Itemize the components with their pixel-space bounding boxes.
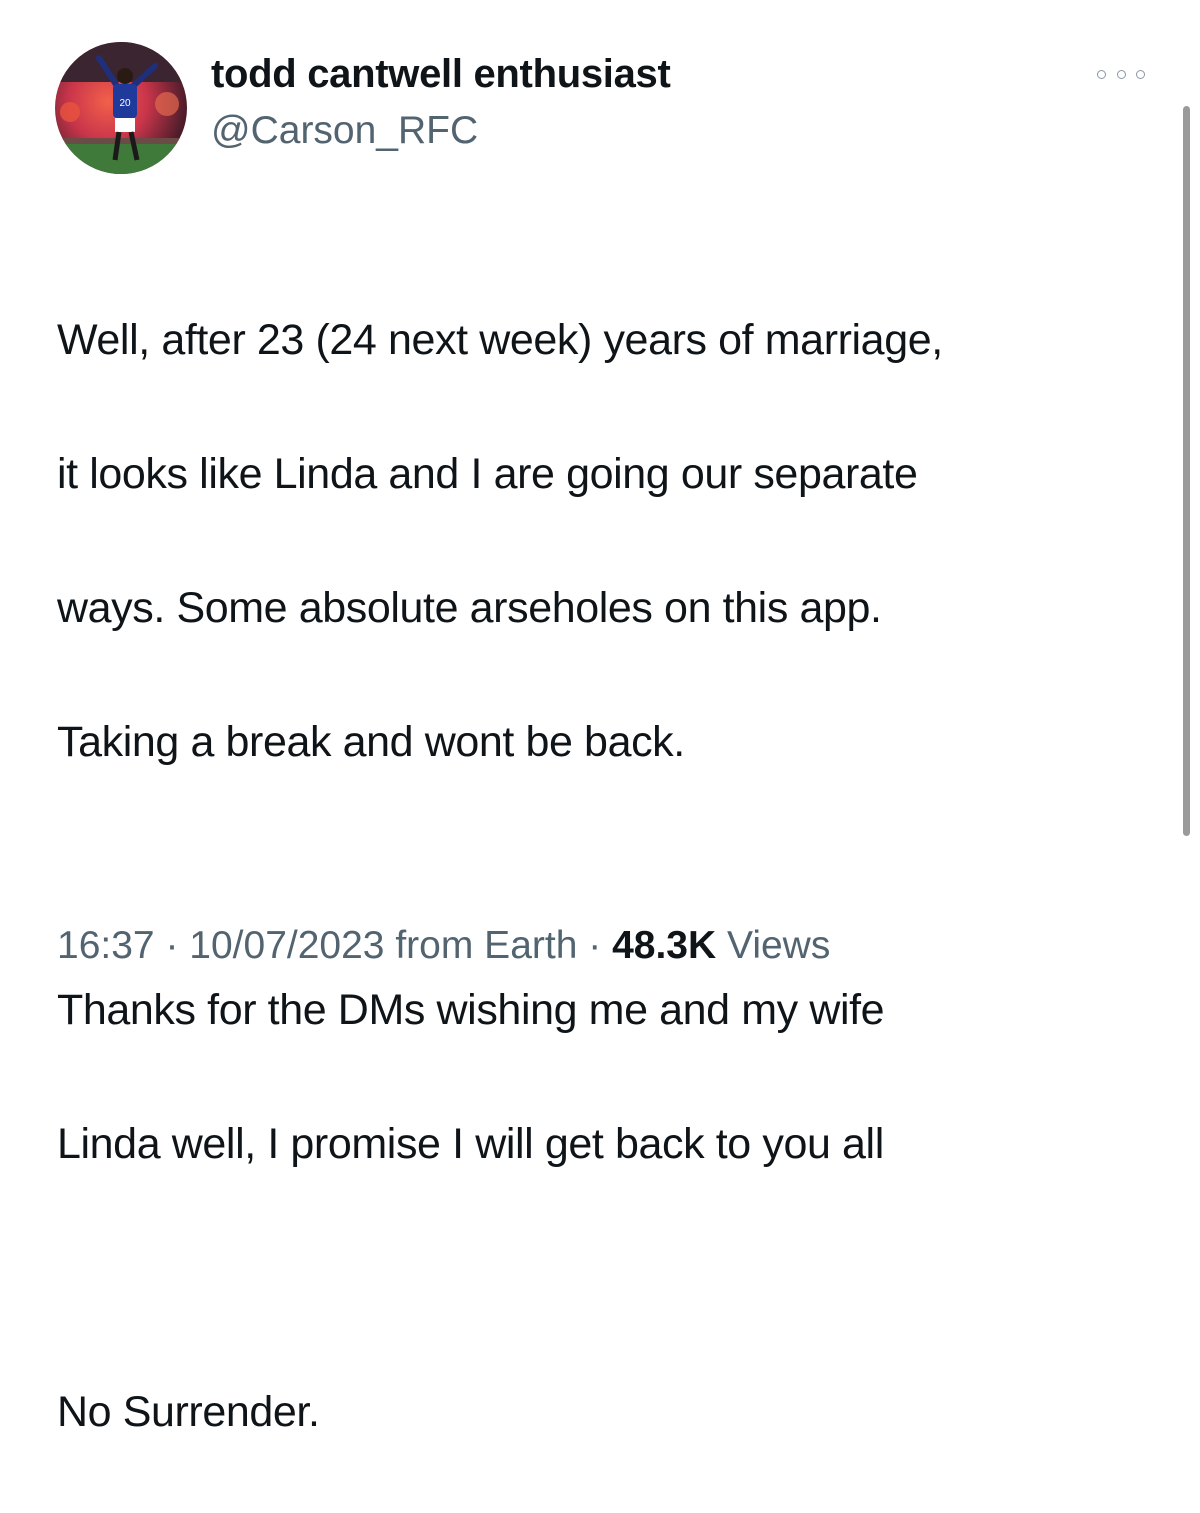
tweet-line: ways. Some absolute arseholes on this ap… [57, 584, 882, 632]
tweet-date[interactable]: 10/07/2023 [189, 924, 384, 967]
tweet-line: No Surrender. [57, 1388, 320, 1436]
views-label[interactable]: Views [727, 924, 830, 967]
tweet-line: it looks like Linda and I are going our … [57, 450, 918, 498]
svg-text:20: 20 [119, 98, 131, 109]
tweet-source: from Earth [395, 924, 578, 967]
more-dot [1116, 69, 1126, 79]
tweet-time[interactable]: 16:37 [57, 924, 155, 967]
user-handle[interactable]: @Carson_RFC [211, 108, 478, 154]
tweet-line: Linda well, I promise I will get back to… [57, 1120, 884, 1168]
tweet-line: Well, after 23 (24 next week) years of m… [57, 316, 943, 364]
tweet: 20 todd cantwell enthusiast @Carson_RFC … [0, 0, 1200, 1436]
more-dot [1136, 69, 1145, 79]
tweet-text: Well, after 23 (24 next week) years of m… [57, 240, 1157, 1513]
tweet-line: Taking a break and wont be back. [57, 718, 685, 766]
tweet-metadata: 16:37 · 10/07/2023 from Earth · 48.3K Vi… [57, 920, 830, 972]
tweet-line: Thanks for the DMs wishing me and my wif… [57, 986, 885, 1034]
display-name[interactable]: todd cantwell enthusiast [211, 50, 671, 98]
separator: · [165, 924, 179, 967]
more-horizontal-icon[interactable] [1097, 64, 1145, 84]
avatar[interactable]: 20 [55, 42, 187, 174]
views-count[interactable]: 48.3K [612, 924, 716, 967]
more-dot [1097, 69, 1106, 79]
separator: · [588, 924, 602, 967]
scrollbar[interactable] [1183, 106, 1190, 836]
avatar-image: 20 [55, 42, 187, 174]
